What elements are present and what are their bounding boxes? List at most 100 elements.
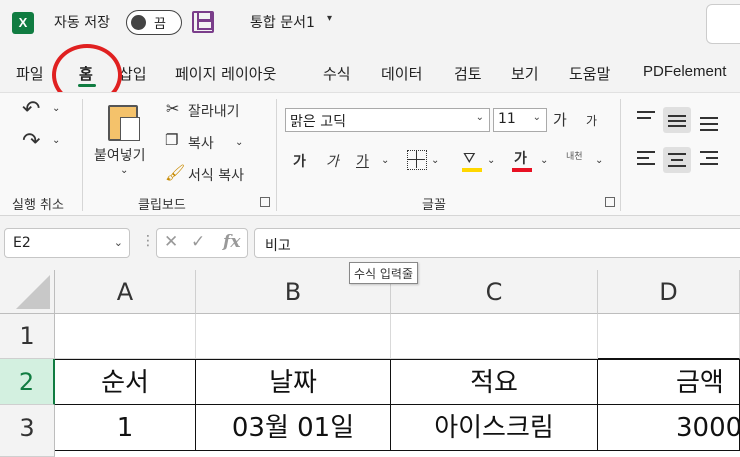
autosave-state: 끔 — [154, 17, 166, 32]
align-middle-button[interactable] — [663, 107, 691, 133]
fill-color-icon[interactable]: ⛛ — [463, 149, 476, 167]
cell-d3[interactable]: 3000 — [598, 405, 740, 451]
cell-c1[interactable] — [391, 314, 598, 359]
column-header-a[interactable]: A — [55, 270, 196, 314]
align-center-button[interactable] — [663, 147, 691, 173]
tab-page-layout[interactable]: 페이지 레이아웃 — [175, 63, 276, 84]
fill-color-chevron-down-icon[interactable]: ⌄ — [487, 155, 495, 166]
search-box[interactable] — [706, 4, 740, 44]
italic-icon[interactable]: 가 — [326, 151, 339, 171]
tab-formulas[interactable]: 수식 — [323, 63, 351, 84]
enter-icon[interactable]: ✓ — [191, 232, 205, 252]
align-right-icon[interactable] — [700, 151, 718, 169]
phonetic-chevron-down-icon[interactable]: ⌄ — [595, 155, 603, 166]
font-group-label: 글꼴 — [422, 198, 446, 213]
grow-font-icon[interactable]: 가 — [553, 109, 567, 130]
cell-a3[interactable]: 1 — [55, 405, 196, 451]
undo-group-label: 실행 취소 — [12, 198, 64, 213]
row-header-2[interactable]: 2 — [0, 359, 55, 405]
font-color-bar — [512, 168, 532, 172]
cell-b2[interactable]: 날짜 — [196, 359, 391, 405]
bold-icon[interactable]: 가 — [293, 151, 306, 171]
insert-function-button[interactable]: fx — [223, 232, 240, 252]
row-header-1[interactable]: 1 — [0, 314, 55, 359]
underline-chevron-down-icon[interactable]: ⌄ — [381, 155, 389, 166]
formula-input-value: 비고 — [265, 238, 291, 254]
cut-button-label[interactable]: 잘라내기 — [188, 101, 240, 121]
copy-button-label[interactable]: 복사 — [188, 133, 214, 153]
name-box-value: E2 — [13, 235, 31, 251]
ribbon-divider — [620, 99, 621, 211]
save-icon[interactable] — [192, 11, 214, 33]
row-header-3[interactable]: 3 — [0, 405, 55, 457]
clipboard-group-label: 클립보드 — [138, 198, 186, 213]
title-chevron-down-icon[interactable]: ▾ — [327, 13, 332, 24]
tab-help[interactable]: 도움말 — [569, 63, 610, 84]
align-bottom-icon[interactable] — [700, 117, 718, 131]
cut-icon[interactable]: ✂ — [166, 99, 179, 118]
underline-icon[interactable]: 가 — [356, 151, 369, 171]
copy-chevron-down-icon[interactable]: ⌄ — [235, 137, 243, 148]
align-left-icon[interactable] — [637, 151, 655, 169]
tab-file[interactable]: 파일 — [16, 63, 44, 84]
name-box-chevron-down-icon[interactable]: ⌄ — [114, 236, 123, 249]
borders-chevron-down-icon[interactable]: ⌄ — [431, 155, 439, 166]
tab-review[interactable]: 검토 — [454, 63, 482, 84]
autosave-toggle[interactable]: 끔 — [126, 10, 182, 35]
paste-icon[interactable] — [108, 105, 140, 141]
font-size-chevron-down-icon: ⌄ — [532, 112, 541, 123]
borders-icon[interactable] — [407, 150, 427, 170]
font-color-icon[interactable]: 가 — [514, 148, 527, 168]
title-bar: X 자동 저장 끔 통합 문서1 ▾ — [0, 0, 740, 50]
cell-a1[interactable] — [55, 314, 196, 359]
redo-chevron-down-icon[interactable]: ⌄ — [52, 135, 60, 146]
format-painter-icon[interactable]: 🖌 — [165, 163, 185, 182]
cell-d1[interactable] — [598, 314, 740, 359]
undo-icon[interactable]: ↶ — [22, 97, 40, 122]
tab-data[interactable]: 데이터 — [381, 63, 422, 84]
redo-icon[interactable]: ↷ — [22, 129, 40, 154]
cell-c3[interactable]: 아이스크림 — [391, 405, 598, 451]
excel-logo-icon: X — [12, 12, 34, 34]
formula-input[interactable]: 비고 — [254, 228, 740, 258]
cell-b1[interactable] — [196, 314, 391, 359]
autosave-label: 자동 저장 — [54, 15, 110, 31]
font-launcher-icon[interactable] — [605, 197, 615, 207]
shrink-font-icon[interactable]: 가 — [586, 112, 597, 129]
font-size-select[interactable]: 11 ⌄ — [493, 108, 547, 132]
paste-chevron-down-icon[interactable]: ⌄ — [120, 165, 128, 176]
formula-bar-tooltip: 수식 입력줄 — [349, 262, 419, 284]
font-size-value: 11 — [498, 111, 516, 127]
tab-pdfelement[interactable]: PDFelement — [643, 63, 726, 80]
select-all-button[interactable] — [0, 270, 55, 314]
font-color-chevron-down-icon[interactable]: ⌄ — [540, 155, 548, 166]
ribbon-home: ↶ ⌄ ↷ ⌄ 실행 취소 붙여넣기 ⌄ ✂ 잘라내기 ❐ 복사 ⌄ 🖌 서식 … — [0, 92, 740, 216]
tab-insert[interactable]: 삽입 — [119, 63, 147, 84]
paste-button-label[interactable]: 붙여넣기 — [94, 145, 146, 165]
toggle-knob-icon — [131, 15, 146, 30]
cell-c2[interactable]: 적요 — [391, 359, 598, 405]
formula-bar-grip-icon[interactable]: ⋮ — [141, 233, 155, 249]
clipboard-launcher-icon[interactable] — [260, 197, 270, 207]
cell-d2[interactable]: 금액 — [598, 359, 740, 405]
cell-a2[interactable]: 순서 — [55, 359, 196, 405]
name-box[interactable]: E2 ⌄ — [4, 228, 130, 258]
cell-b3[interactable]: 03월 01일 — [196, 405, 391, 451]
formula-buttons: ✕ ✓ fx — [156, 228, 248, 258]
column-header-c[interactable]: C — [391, 270, 598, 314]
worksheet-grid[interactable]: A B C D 1 2 3 순서 날짜 적요 금액 1 03월 01일 아이스크… — [0, 270, 740, 457]
cancel-icon[interactable]: ✕ — [164, 232, 178, 252]
undo-chevron-down-icon[interactable]: ⌄ — [52, 103, 60, 114]
align-top-icon[interactable] — [637, 111, 655, 125]
ribbon-divider — [276, 99, 277, 211]
font-name-select[interactable]: 맑은 고딕 ⌄ — [285, 108, 490, 132]
tab-view[interactable]: 보기 — [511, 63, 539, 84]
formula-bar: E2 ⌄ ⋮ ✕ ✓ fx 비고 — [0, 224, 740, 264]
phonetic-icon[interactable]: 내천 — [566, 149, 583, 162]
format-painter-label[interactable]: 서식 복사 — [188, 165, 244, 185]
copy-icon[interactable]: ❐ — [165, 131, 178, 149]
document-title[interactable]: 통합 문서1 — [250, 12, 315, 32]
ribbon-divider — [82, 99, 83, 211]
font-name-chevron-down-icon: ⌄ — [475, 112, 484, 123]
column-header-d[interactable]: D — [598, 270, 740, 314]
